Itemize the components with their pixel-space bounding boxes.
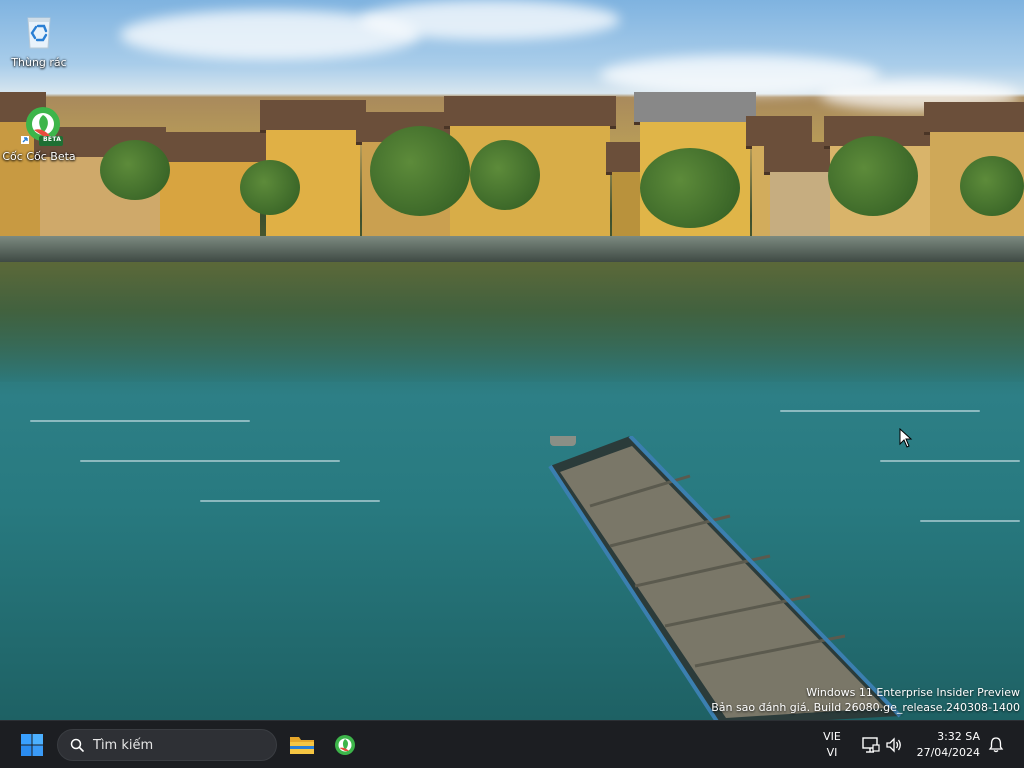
tree bbox=[240, 160, 300, 215]
mouse-cursor-icon bbox=[899, 428, 913, 448]
input-language-indicator[interactable]: VIE VI bbox=[815, 729, 849, 761]
desktop-wallpaper[interactable]: Thùng rác BETA Cốc Cốc Beta Windows 11 E… bbox=[0, 0, 1024, 720]
tree bbox=[960, 156, 1024, 216]
rowing-boat-image bbox=[548, 436, 902, 720]
recycle-bin-shortcut[interactable]: Thùng rác bbox=[1, 12, 77, 69]
recycle-bin-icon bbox=[19, 12, 59, 52]
promenade bbox=[0, 236, 1024, 262]
file-explorer-button[interactable] bbox=[284, 727, 320, 763]
recycle-bin-label: Thùng rác bbox=[11, 56, 67, 69]
taskbar: Tìm kiếm VIE VI 3:32 SA 27/04/2024 bbox=[0, 720, 1024, 768]
taskbar-search-box[interactable]: Tìm kiếm bbox=[57, 729, 277, 761]
tree bbox=[470, 140, 540, 210]
tree bbox=[640, 148, 740, 228]
search-icon bbox=[70, 738, 84, 752]
network-icon[interactable] bbox=[861, 735, 881, 755]
tree bbox=[370, 126, 470, 216]
volume-icon[interactable] bbox=[884, 735, 904, 755]
windows-logo-icon bbox=[21, 734, 43, 756]
coccoc-beta-shortcut[interactable]: BETA Cốc Cốc Beta bbox=[1, 106, 77, 163]
beta-badge: BETA bbox=[43, 136, 62, 143]
build-watermark-line2: Bản sao đánh giá. Build 26080.ge_release… bbox=[711, 701, 1020, 714]
build-watermark-line1: Windows 11 Enterprise Insider Preview bbox=[806, 686, 1020, 699]
coccoc-icon bbox=[335, 735, 355, 755]
clock-date: 27/04/2024 bbox=[916, 746, 980, 759]
clock-time: 3:32 SA bbox=[937, 730, 980, 743]
coccoc-beta-label: Cốc Cốc Beta bbox=[2, 150, 76, 163]
ripple bbox=[780, 410, 980, 412]
ripple bbox=[920, 520, 1020, 522]
coccoc-taskbar-button[interactable] bbox=[327, 727, 363, 763]
keyboard-code: VI bbox=[826, 746, 838, 759]
tree bbox=[828, 136, 918, 216]
cloud bbox=[360, 0, 620, 40]
notification-bell-icon[interactable] bbox=[986, 735, 1006, 755]
taskbar-clock[interactable]: 3:32 SA 27/04/2024 bbox=[912, 729, 980, 761]
coccoc-beta-icon: BETA bbox=[19, 106, 63, 146]
tree bbox=[100, 140, 170, 200]
ripple bbox=[200, 500, 380, 502]
start-button[interactable] bbox=[14, 727, 50, 763]
ripple bbox=[30, 420, 250, 422]
ripple bbox=[80, 460, 340, 462]
search-placeholder: Tìm kiếm bbox=[93, 737, 154, 753]
language-code: VIE bbox=[823, 730, 841, 743]
water-reflection bbox=[0, 262, 1024, 382]
folder-icon bbox=[290, 737, 314, 754]
